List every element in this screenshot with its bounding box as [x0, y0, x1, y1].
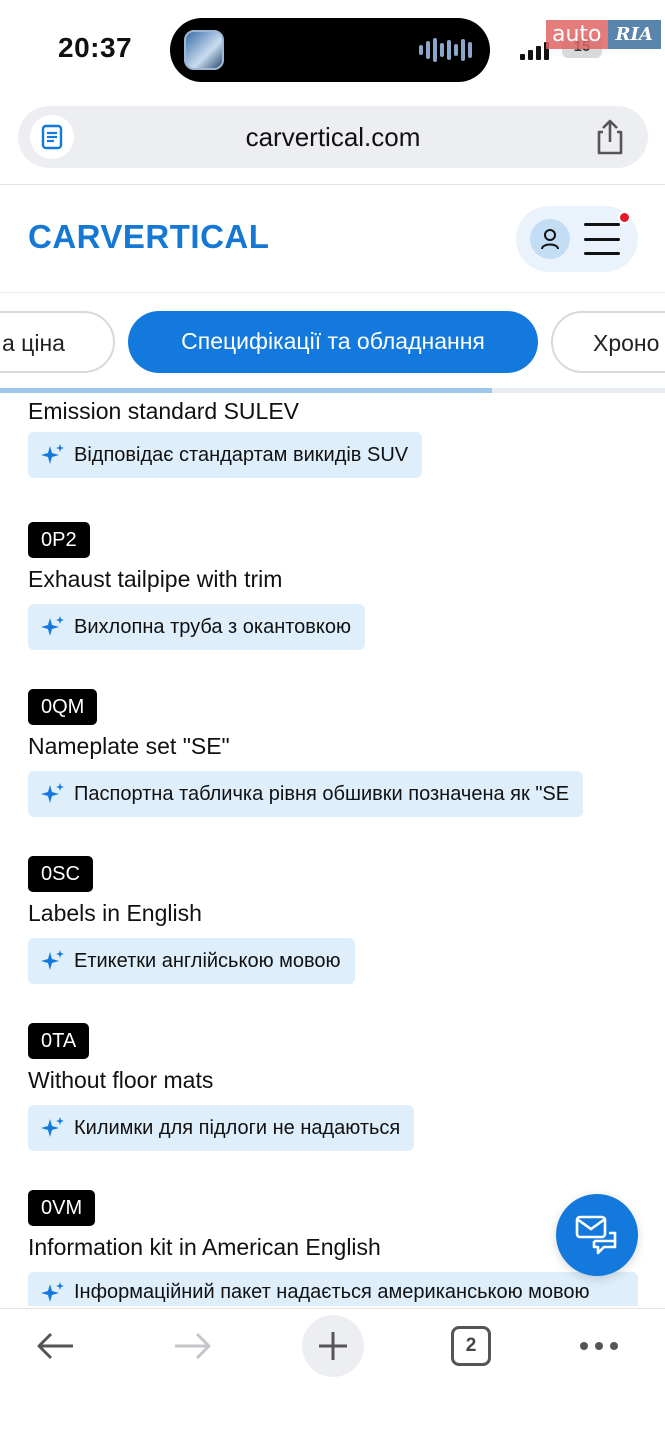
- sparkle-icon: [41, 616, 64, 636]
- chat-icon: [575, 1215, 617, 1255]
- account-menu-group[interactable]: [516, 206, 638, 272]
- status-bar: 20:37 15 auto RIA: [0, 0, 665, 100]
- tab-history[interactable]: Хроно: [551, 311, 665, 373]
- arrow-left-icon: [37, 1332, 73, 1360]
- ai-translation: Паспортна табличка рівня обшивки позначе…: [28, 771, 584, 817]
- ai-translation: Килимки для підлоги не надаються: [28, 1105, 415, 1151]
- option-code-badge: 0P2: [28, 522, 90, 558]
- option-code-badge: 0SC: [28, 856, 93, 892]
- tab-count: 2: [451, 1326, 491, 1366]
- ai-translation: Етикетки англійською мовою: [28, 938, 355, 984]
- tabs-scroll-progress-fill: [0, 388, 493, 393]
- equipment-name: Emission standard SULEV: [28, 398, 300, 424]
- divider: [0, 292, 665, 293]
- forward-button[interactable]: [162, 1315, 224, 1377]
- translation-text: Етикетки англійською мовою: [74, 949, 341, 972]
- autoria-watermark: auto RIA: [546, 20, 661, 49]
- sparkle-icon: [41, 444, 64, 464]
- browser-toolbar: 2: [0, 1308, 665, 1440]
- more-dots-icon: [580, 1342, 618, 1350]
- support-chat-button[interactable]: [556, 1194, 638, 1276]
- plus-icon: [319, 1332, 347, 1360]
- ai-translation: Вихлопна труба з окантовкою: [28, 604, 366, 650]
- ai-translation: Інформаційний пакет надається американсь…: [28, 1272, 638, 1306]
- option-code-badge: 0VM: [28, 1190, 96, 1226]
- url-text[interactable]: carvertical.com: [18, 122, 648, 153]
- section-tabs: а ціна Специфікації та обладнання Хроно: [0, 311, 665, 373]
- tab-switcher-button[interactable]: 2: [440, 1315, 502, 1377]
- address-bar[interactable]: carvertical.com: [18, 106, 648, 168]
- list-item: 0SC Labels in English Етикетки англійськ…: [28, 856, 355, 984]
- sparkle-icon: [41, 1117, 64, 1137]
- user-icon: [541, 229, 559, 250]
- equipment-name: Exhaust tailpipe with trim: [28, 566, 283, 592]
- list-item: Emission standard SULEV Відповідає станд…: [28, 394, 423, 478]
- watermark-ria-text: RIA: [607, 20, 661, 49]
- user-account-button[interactable]: [530, 219, 570, 259]
- translation-text: Інформаційний пакет надається американсь…: [74, 1281, 590, 1303]
- now-playing-app-icon: [184, 30, 224, 70]
- share-icon[interactable]: [592, 118, 628, 156]
- back-button[interactable]: [24, 1315, 86, 1377]
- arrow-right-icon: [175, 1332, 211, 1360]
- cellular-signal-icon: [520, 42, 549, 60]
- equipment-name: Without floor mats: [28, 1067, 214, 1093]
- more-menu-button[interactable]: [568, 1315, 630, 1377]
- equipment-name: Nameplate set "SE": [28, 733, 230, 759]
- tab-specifications[interactable]: Специфікації та обладнання: [128, 311, 538, 373]
- list-item: 0VM Information kit in American English …: [28, 1190, 638, 1306]
- translation-text: Відповідає стандартам викидів SUV: [74, 443, 409, 466]
- dynamic-island[interactable]: [170, 18, 490, 82]
- tabs-scroll-progress: [0, 388, 665, 393]
- equipment-name: Labels in English: [28, 900, 202, 926]
- divider: [0, 184, 665, 185]
- notification-dot: [618, 211, 631, 224]
- translation-text: Килимки для підлоги не надаються: [74, 1116, 401, 1139]
- new-tab-button[interactable]: [302, 1315, 364, 1377]
- equipment-name: Information kit in American English: [28, 1234, 381, 1260]
- sparkle-icon: [41, 1282, 64, 1302]
- list-item: 0TA Without floor mats Килимки для підло…: [28, 1023, 415, 1151]
- list-item: 0QM Nameplate set "SE" Паспортна табличк…: [28, 689, 584, 817]
- tab-price[interactable]: а ціна: [0, 311, 115, 373]
- equipment-list: Emission standard SULEV Відповідає станд…: [0, 394, 665, 1306]
- carvertical-logo[interactable]: CARVERTICAL: [28, 218, 269, 256]
- sparkle-icon: [41, 950, 64, 970]
- hamburger-menu-icon[interactable]: [584, 223, 620, 255]
- translation-text: Вихлопна труба з окантовкою: [74, 615, 352, 638]
- option-code-badge: 0TA: [28, 1023, 90, 1059]
- audio-waveform-icon: [419, 38, 472, 62]
- translation-text: Паспортна табличка рівня обшивки позначе…: [74, 782, 570, 805]
- sparkle-icon: [41, 783, 64, 803]
- list-item: 0P2 Exhaust tailpipe with trim Вихлопна …: [28, 522, 366, 650]
- status-time: 20:37: [58, 32, 133, 63]
- ai-translation: Відповідає стандартам викидів SUV: [28, 432, 423, 478]
- option-code-badge: 0QM: [28, 689, 98, 725]
- watermark-auto-text: auto: [546, 20, 608, 49]
